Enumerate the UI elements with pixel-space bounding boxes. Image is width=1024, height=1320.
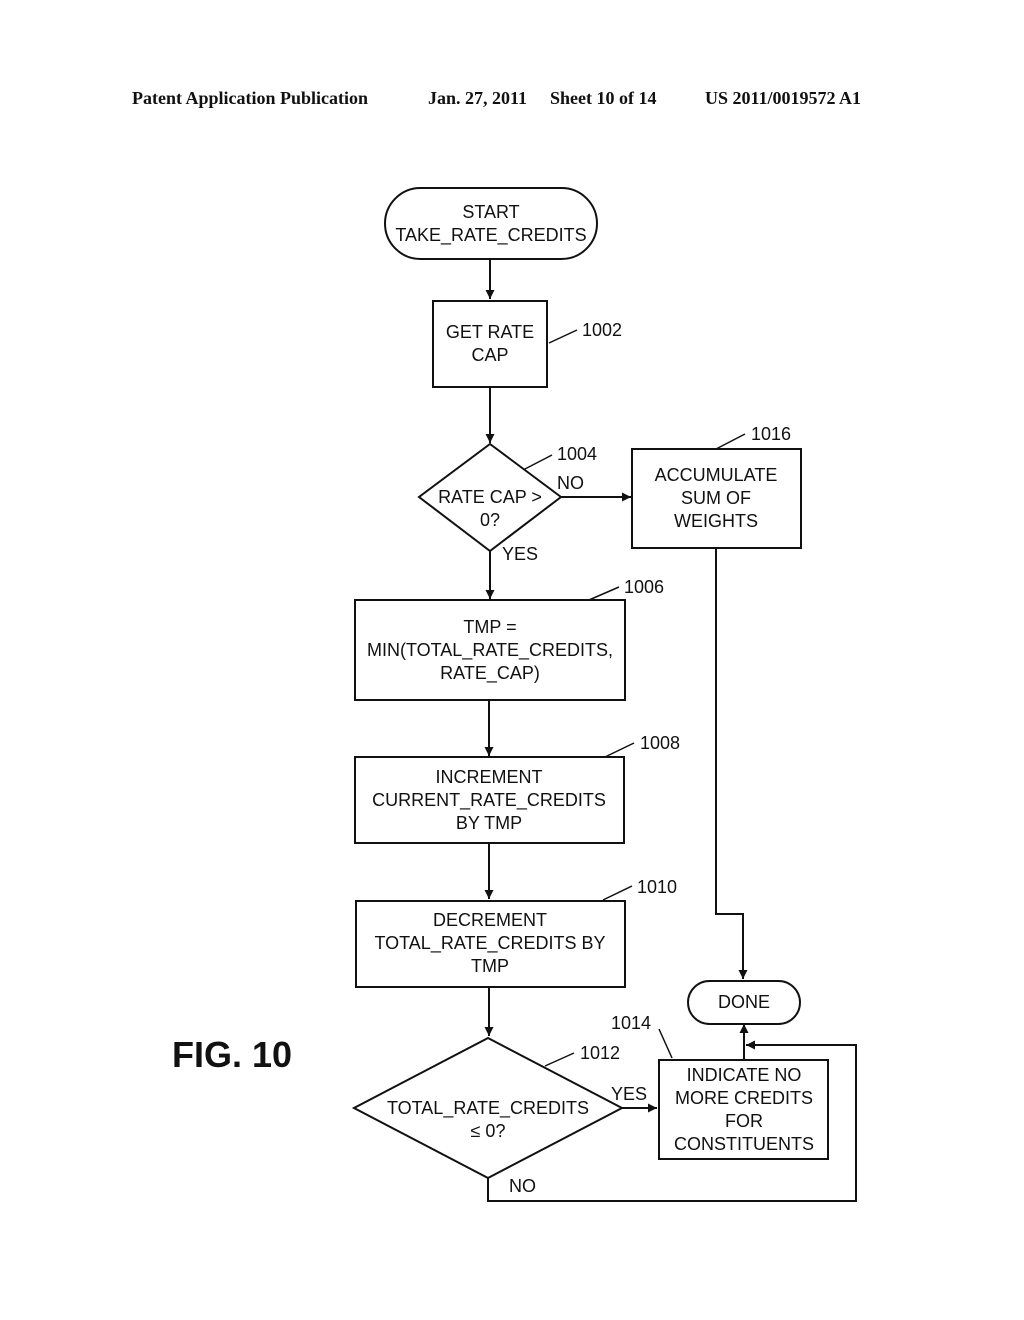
leader-1012: [544, 1052, 575, 1067]
step-1016-line-2: SUM OF: [681, 488, 751, 508]
leader-1008: [604, 742, 635, 758]
decision-1004-line-2: 0?: [480, 510, 500, 530]
step-1016-line-3: WEIGHTS: [674, 511, 758, 531]
flowchart: START TAKE_RATE_CREDITS GET RATE CAP 100…: [351, 187, 857, 1202]
step-1014-line-1: INDICATE NO: [687, 1065, 802, 1085]
step-tmp-min: TMP = MIN(TOTAL_RATE_CREDITS, RATE_CAP) …: [354, 577, 664, 701]
step-1002-box: [432, 300, 548, 388]
leader-1006: [588, 586, 620, 601]
leader-1010: [602, 885, 633, 901]
step-accumulate-weights: ACCUMULATE SUM OF WEIGHTS 1016: [631, 424, 802, 549]
step-get-rate-cap: GET RATE CAP 1002: [432, 300, 622, 388]
step-1006-line-3: RATE_CAP): [440, 663, 540, 684]
step-1008-line-3: BY TMP: [456, 813, 522, 833]
ref-1008: 1008: [640, 733, 680, 753]
decision-1012-no-label: NO: [509, 1176, 536, 1196]
leader-1016: [715, 433, 746, 450]
ref-1006: 1006: [624, 577, 664, 597]
ref-1014: 1014: [611, 1013, 651, 1033]
step-decrement-total: DECREMENT TOTAL_RATE_CREDITS BY TMP 1010: [355, 877, 677, 988]
start-terminal-shape: [384, 187, 598, 260]
decision-1012-line-2: ≤ 0?: [471, 1121, 506, 1141]
decision-1004-yes-label: YES: [502, 544, 538, 564]
start-terminal: START TAKE_RATE_CREDITS: [384, 187, 598, 260]
step-1006-line-1: TMP =: [463, 617, 516, 637]
ref-1016: 1016: [751, 424, 791, 444]
step-increment-current: INCREMENT CURRENT_RATE_CREDITS BY TMP 10…: [354, 733, 680, 844]
step-1006-line-2: MIN(TOTAL_RATE_CREDITS,: [367, 640, 613, 661]
step-1014-line-2: MORE CREDITS: [675, 1088, 813, 1108]
decision-total-credits: TOTAL_RATE_CREDITS ≤ 0? 1012 YES NO: [351, 1036, 647, 1196]
leader-1014: [658, 1028, 673, 1059]
step-1010-line-3: TMP: [471, 956, 509, 976]
leader-1002: [548, 329, 578, 344]
step-1016-line-1: ACCUMULATE: [655, 465, 778, 485]
step-1010-line-2: TOTAL_RATE_CREDITS BY: [374, 933, 605, 954]
decision-1012-yes-label: YES: [611, 1084, 647, 1104]
step-1008-line-2: CURRENT_RATE_CREDITS: [372, 790, 606, 811]
decision-rate-cap: RATE CAP > 0? 1004 NO YES: [417, 442, 597, 564]
ref-1012: 1012: [580, 1043, 620, 1063]
step-1010-line-1: DECREMENT: [433, 910, 547, 930]
step-1014-line-4: CONSTITUENTS: [674, 1134, 814, 1154]
ref-1004: 1004: [557, 444, 597, 464]
done-label: DONE: [718, 992, 770, 1012]
decision-1012-line-1: TOTAL_RATE_CREDITS: [387, 1098, 589, 1119]
start-line-1: START: [462, 202, 519, 222]
start-line-2: TAKE_RATE_CREDITS: [395, 225, 586, 246]
step-1002-line-2: CAP: [471, 345, 508, 365]
leader-1004: [522, 454, 553, 471]
step-1008-line-1: INCREMENT: [436, 767, 543, 787]
decision-1004-no-label: NO: [557, 473, 584, 493]
step-1014-line-3: FOR: [725, 1111, 763, 1131]
step-1002-line-1: GET RATE: [446, 322, 534, 342]
decision-1004-line-1: RATE CAP >: [438, 487, 542, 507]
arrow-1016-to-done: [715, 548, 748, 979]
ref-1010: 1010: [637, 877, 677, 897]
ref-1002: 1002: [582, 320, 622, 340]
done-terminal: DONE: [687, 980, 801, 1025]
